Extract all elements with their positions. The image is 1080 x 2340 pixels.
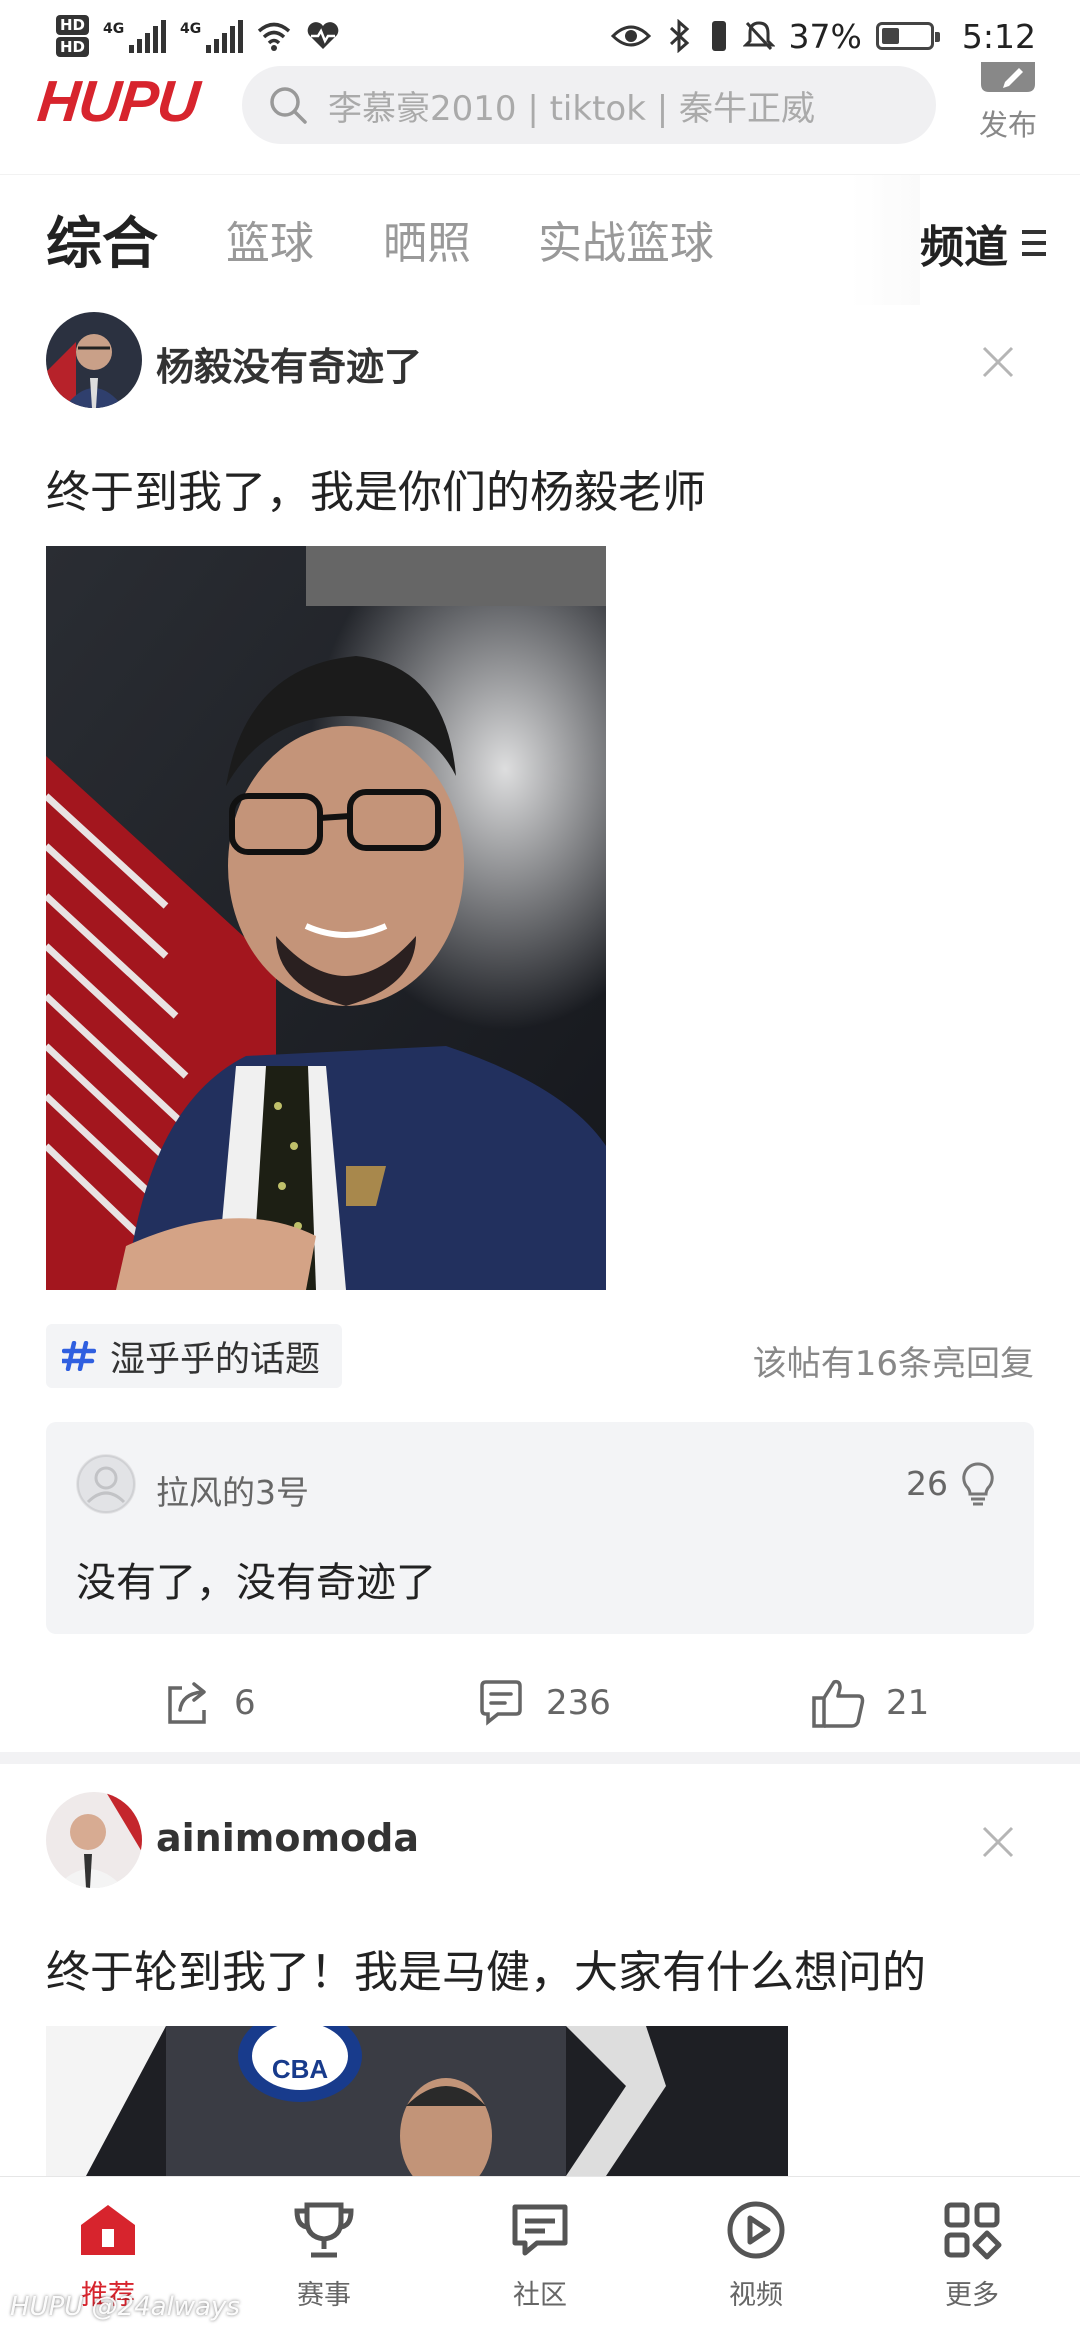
post1-close-icon[interactable] bbox=[978, 342, 1018, 382]
nav-matches[interactable]: 赛事 bbox=[264, 2197, 384, 2312]
nav-community[interactable]: 社区 bbox=[480, 2197, 600, 2312]
comment-icon bbox=[480, 1680, 522, 1726]
mute-bell-icon bbox=[742, 21, 775, 51]
hot-reply-text: 没有了，没有奇迹了 bbox=[76, 1560, 436, 1606]
default-user-icon bbox=[77, 1455, 135, 1513]
status-right: 37% 5:12 bbox=[610, 16, 1036, 56]
category-tabs: 综合 篮球 晒照 实战篮球 频道 bbox=[0, 174, 1080, 305]
tabs-fade bbox=[850, 175, 920, 305]
post1-photo[interactable] bbox=[46, 546, 606, 1290]
trophy-icon bbox=[294, 2202, 354, 2258]
network-type-1: 4G bbox=[103, 21, 125, 37]
post1-title[interactable]: 终于到我了，我是你们的杨毅老师 bbox=[46, 456, 706, 520]
post1-action-bar: 6 236 21 bbox=[0, 1668, 1080, 1738]
publish-button[interactable]: 发布 bbox=[972, 62, 1044, 144]
post2-title[interactable]: 终于轮到我了！我是马健，大家有什么想问的 bbox=[46, 1936, 926, 2000]
vibrate-icon bbox=[711, 21, 726, 51]
channel-label: 频道 bbox=[920, 222, 1008, 273]
tab-street-basketball[interactable]: 实战篮球 bbox=[538, 207, 714, 271]
hot-reply-card[interactable]: 拉风的3号 26 没有了，没有奇迹了 bbox=[46, 1422, 1034, 1634]
share-count: 6 bbox=[234, 1683, 256, 1723]
home-icon bbox=[81, 2205, 135, 2255]
video-icon bbox=[727, 2201, 785, 2259]
signal-icon-2: 4G bbox=[180, 19, 244, 53]
post1-avatar[interactable] bbox=[46, 312, 142, 408]
cba-badge-text: CBA bbox=[272, 2054, 329, 2084]
topic-tag[interactable]: 湿乎乎的话题 bbox=[46, 1324, 343, 1388]
share-button[interactable]: 6 bbox=[162, 1676, 256, 1730]
like-button[interactable]: 21 bbox=[810, 1676, 929, 1730]
hot-reply-avatar[interactable] bbox=[76, 1454, 136, 1514]
hashtag-icon bbox=[62, 1341, 96, 1371]
status-left: HD HD 4G 4G bbox=[56, 15, 341, 57]
network-type-2: 4G bbox=[180, 21, 202, 37]
hupu-logo[interactable]: HUPU bbox=[34, 68, 202, 135]
eye-comfort-icon bbox=[610, 25, 651, 47]
tab-photos[interactable]: 晒照 bbox=[383, 207, 471, 271]
more-grid-icon bbox=[944, 2202, 1002, 2260]
search-bar[interactable]: 李慕豪2010 | tiktok | 秦牛正威 bbox=[242, 66, 936, 144]
post1-avatar-image bbox=[46, 312, 142, 408]
hot-reply-light-count: 26 bbox=[906, 1463, 948, 1503]
post1-author[interactable]: 杨毅没有奇迹了 bbox=[156, 336, 422, 391]
menu-icon bbox=[1022, 230, 1046, 256]
post2-close-icon[interactable] bbox=[978, 1822, 1018, 1862]
tab-general[interactable]: 综合 bbox=[46, 199, 158, 280]
nav-community-label: 社区 bbox=[513, 2280, 567, 2311]
publish-label: 发布 bbox=[978, 108, 1037, 142]
nav-more[interactable]: 更多 bbox=[912, 2197, 1032, 2312]
post2-avatar[interactable] bbox=[46, 1792, 142, 1888]
signal-icon-1: 4G bbox=[103, 19, 167, 53]
comment-count: 236 bbox=[546, 1683, 611, 1723]
post2-author[interactable]: ainimomoda bbox=[156, 1816, 419, 1860]
nav-video[interactable]: 视频 bbox=[696, 2197, 816, 2312]
nav-more-label: 更多 bbox=[945, 2280, 999, 2311]
hd-badge-2: HD bbox=[56, 37, 90, 57]
nav-matches-label: 赛事 bbox=[297, 2280, 351, 2311]
search-placeholder: 李慕豪2010 | tiktok | 秦牛正威 bbox=[328, 88, 815, 129]
tab-basketball[interactable]: 篮球 bbox=[226, 207, 314, 271]
bright-reply-count[interactable]: 该帖有16条亮回复 bbox=[753, 1336, 1034, 1385]
hot-reply-light-button[interactable]: 26 bbox=[906, 1460, 998, 1506]
bluetooth-icon bbox=[669, 19, 689, 53]
hd-badge-1: HD bbox=[56, 15, 90, 35]
hot-reply-username[interactable]: 拉风的3号 bbox=[156, 1466, 309, 1514]
comment-button[interactable]: 236 bbox=[474, 1676, 611, 1730]
clock: 5:12 bbox=[961, 16, 1036, 56]
battery-percent: 37% bbox=[788, 16, 862, 56]
channel-button[interactable]: 频道 bbox=[920, 211, 1048, 275]
battery-icon bbox=[875, 22, 940, 50]
publish-icon bbox=[981, 62, 1035, 92]
post-divider bbox=[0, 1752, 1080, 1764]
lightbulb-icon bbox=[962, 1462, 994, 1506]
watermark: HUPU @24always bbox=[10, 2292, 240, 2322]
topic-label: 湿乎乎的话题 bbox=[110, 1339, 321, 1380]
search-icon bbox=[270, 87, 307, 124]
battery-fill bbox=[881, 28, 899, 44]
like-count: 21 bbox=[886, 1683, 930, 1723]
nav-video-label: 视频 bbox=[729, 2280, 783, 2311]
wifi-icon bbox=[257, 22, 291, 51]
health-heart-icon bbox=[307, 22, 339, 49]
community-icon bbox=[512, 2204, 568, 2256]
post2-photo[interactable]: CBA bbox=[46, 2026, 788, 2176]
thumbs-up-icon bbox=[812, 1679, 865, 1728]
hd-indicators: HD HD bbox=[56, 15, 90, 57]
share-icon bbox=[168, 1682, 206, 1724]
post2-avatar-image bbox=[46, 1792, 142, 1888]
app-header: HUPU 李慕豪2010 | tiktok | 秦牛正威 发布 bbox=[0, 62, 1080, 172]
